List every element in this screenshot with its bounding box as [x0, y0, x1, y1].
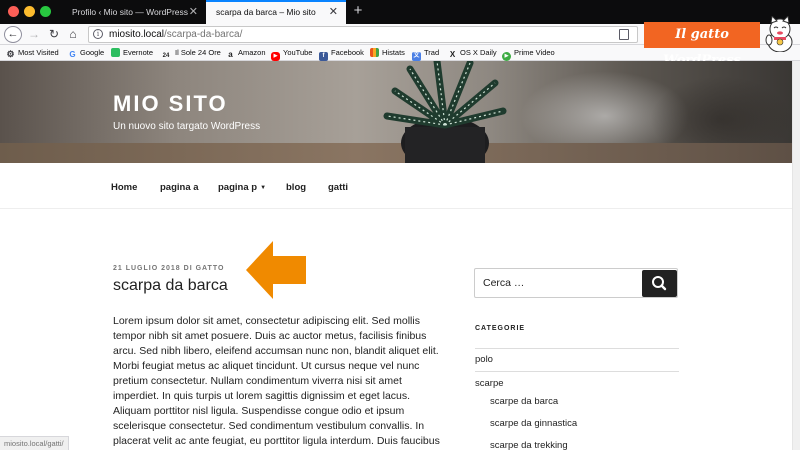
- osxdaily-icon: X: [449, 50, 456, 59]
- info-icon[interactable]: i: [93, 29, 103, 39]
- chevron-down-icon: ▼: [260, 185, 267, 191]
- url-text[interactable]: miosito.local/scarpa-da-barca/: [109, 27, 242, 42]
- post-title: scarpa da barca: [113, 277, 228, 294]
- plant-pot-image: [383, 61, 507, 163]
- close-icon[interactable]: ✕: [329, 2, 338, 23]
- post-content: Lorem ipsum dolor sit amet, consectetur …: [113, 315, 440, 447]
- home-button[interactable]: ⌂: [65, 26, 81, 43]
- youtube-icon: ▶: [271, 52, 280, 61]
- gatto-wordpress-logo: Il gatto WordPress: [644, 22, 760, 68]
- search-input[interactable]: [483, 269, 633, 297]
- forward-button[interactable]: →: [26, 26, 42, 43]
- zoom-window-button[interactable]: [40, 6, 51, 17]
- bookmark-youtube[interactable]: ▶ YouTube: [271, 45, 312, 61]
- site-title[interactable]: MIO SITO: [113, 91, 228, 117]
- bookmark-most-visited[interactable]: ⚙ Most Visited: [6, 45, 58, 60]
- menu-item-label: pagina p: [218, 182, 258, 193]
- translate-icon: 文: [412, 52, 421, 61]
- histats-icon: [370, 48, 379, 57]
- category-scarpe-da-trekking[interactable]: scarpe da trekking: [490, 440, 568, 450]
- url-host: miosito.local: [109, 29, 165, 40]
- google-icon: G: [69, 50, 76, 59]
- amazon-icon: a: [228, 50, 233, 59]
- reload-button[interactable]: ↻: [46, 26, 62, 43]
- search-form: [474, 268, 678, 298]
- menu-item-blog[interactable]: blog: [286, 182, 306, 193]
- category-polo[interactable]: polo: [475, 354, 493, 365]
- facebook-icon: f: [319, 52, 328, 61]
- divider: [475, 371, 679, 372]
- tab-strip: Profilo ‹ Mio sito — WordPress ✕ scarpa …: [0, 0, 800, 24]
- menu-item-gatti[interactable]: gatti: [328, 182, 348, 193]
- divider: [475, 348, 679, 349]
- page-viewport: MIO SITO Un nuovo sito targato WordPress…: [0, 61, 792, 450]
- url-bar[interactable]: i miosito.local/scarpa-da-barca/: [88, 26, 638, 43]
- menu-item-pagina-p[interactable]: pagina p ▼: [218, 182, 266, 193]
- prime-video-icon: ▶: [502, 52, 511, 61]
- tab-title: scarpa da barca – Mio sito: [216, 7, 316, 17]
- tab-scarpa-da-barca[interactable]: scarpa da barca – Mio sito ✕: [206, 0, 346, 24]
- new-tab-button[interactable]: +: [350, 0, 366, 24]
- bookmark-evernote[interactable]: Evernote: [111, 45, 153, 60]
- tab-title: Profilo ‹ Mio sito — WordPress: [72, 7, 189, 17]
- close-icon[interactable]: ✕: [189, 0, 198, 24]
- minimize-window-button[interactable]: [24, 6, 35, 17]
- reader-view-icon[interactable]: [619, 29, 629, 40]
- bookmark-prime-video[interactable]: ▶ Prime Video: [502, 45, 555, 61]
- back-button[interactable]: ←: [4, 26, 22, 43]
- bookmark-facebook[interactable]: f Facebook: [319, 45, 364, 61]
- tab-wordpress-profile[interactable]: Profilo ‹ Mio sito — WordPress ✕: [62, 0, 206, 24]
- url-path: /scarpa-da-barca/: [164, 29, 243, 40]
- bookmark-google[interactable]: G Google: [68, 45, 104, 60]
- arrow-left-icon: [246, 241, 306, 299]
- bookmark-amazon[interactable]: a Amazon: [226, 45, 265, 60]
- header-image: MIO SITO Un nuovo sito targato WordPress: [0, 61, 792, 163]
- lucky-cat-icon: [765, 16, 793, 52]
- menu-item-home[interactable]: Home: [111, 182, 137, 193]
- category-scarpe-da-barca[interactable]: scarpe da barca: [490, 396, 558, 407]
- gear-icon: ⚙: [6, 49, 15, 59]
- category-scarpe-da-ginnastica[interactable]: scarpe da ginnastica: [490, 418, 577, 429]
- categories-title: CATEGORIE: [475, 325, 526, 332]
- bookmark-histats[interactable]: Histats: [370, 45, 405, 60]
- category-scarpe[interactable]: scarpe: [475, 378, 504, 389]
- post-meta[interactable]: 21 LUGLIO 2018 DI GATTO: [113, 265, 224, 272]
- browser-window: Profilo ‹ Mio sito — WordPress ✕ scarpa …: [0, 0, 800, 450]
- sole24ore-icon: 24: [162, 53, 170, 59]
- status-bar-url: miosito.local/gatti/: [0, 436, 69, 450]
- site-description: Un nuovo sito targato WordPress: [113, 121, 261, 132]
- search-button[interactable]: [642, 270, 677, 297]
- bookmark-trad[interactable]: 文 Trad: [412, 45, 439, 61]
- page-scrollbar[interactable]: [792, 61, 800, 450]
- close-window-button[interactable]: [8, 6, 19, 17]
- search-icon: [652, 276, 667, 291]
- menu-item-pagina-a[interactable]: pagina a: [160, 182, 199, 193]
- main-navigation: Home pagina a pagina p ▼ blog gatti: [0, 163, 792, 209]
- evernote-icon: [111, 48, 120, 57]
- bookmark-il-sole-24-ore[interactable]: 24 Il Sole 24 Ore: [160, 45, 221, 61]
- bookmark-os-x-daily[interactable]: X OS X Daily: [448, 45, 497, 60]
